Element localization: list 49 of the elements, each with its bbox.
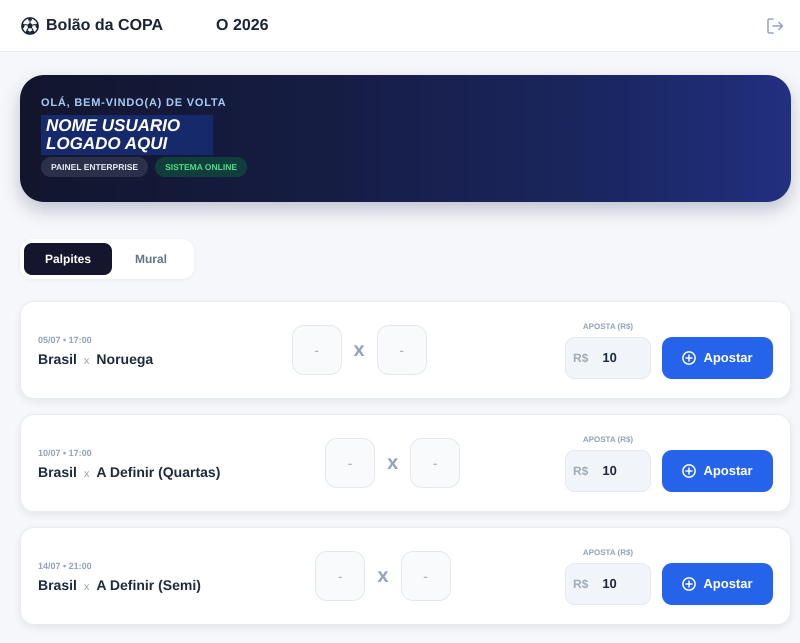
score-separator: x bbox=[387, 452, 398, 474]
app-subtitle: O 2026 bbox=[216, 16, 269, 34]
home-team: Brasil bbox=[38, 577, 77, 593]
away-team: Noruega bbox=[96, 351, 154, 367]
home-score-field[interactable]: - bbox=[315, 551, 366, 601]
currency-label: R$ bbox=[572, 576, 588, 590]
versus-label: x bbox=[84, 355, 90, 367]
plus-circle-icon bbox=[682, 576, 696, 590]
greeting-text: OLÁ, BEM-VINDO(A) DE VOLTA bbox=[41, 97, 226, 109]
user-name: NOME USUARIO LOGADO AQUI bbox=[41, 115, 213, 155]
plus-circle-icon bbox=[682, 350, 696, 364]
score-separator: x bbox=[377, 564, 389, 588]
bet-label: APOSTA (R$) bbox=[582, 322, 634, 330]
bet-amount-field[interactable]: R$ 10 bbox=[565, 336, 651, 378]
match-datetime: 14/07 • 21:00 bbox=[38, 561, 93, 571]
match-datetime: 10/07 • 17:00 bbox=[38, 448, 93, 458]
away-score-field[interactable]: - bbox=[376, 325, 427, 375]
tab[interactable]: Mural bbox=[112, 243, 190, 275]
amount-value[interactable]: 10 bbox=[602, 576, 632, 591]
bet-button[interactable]: Apostar bbox=[662, 450, 773, 492]
bet-button[interactable]: Apostar bbox=[662, 562, 773, 604]
status-badge: SISTEMA ONLINE bbox=[155, 157, 248, 177]
bet-amount-field[interactable]: R$ 10 bbox=[564, 562, 651, 604]
currency-label: R$ bbox=[573, 464, 588, 478]
match-datetime: 05/07 • 17:00 bbox=[38, 335, 93, 345]
away-score-field[interactable]: - bbox=[410, 438, 460, 488]
away-team: A Definir (Quartas) bbox=[96, 464, 220, 480]
bet-label: APOSTA (R$) bbox=[582, 548, 634, 556]
amount-value[interactable]: 10 bbox=[602, 463, 632, 478]
app-title: Bolão da COPA bbox=[46, 16, 164, 34]
versus-label: x bbox=[84, 581, 90, 593]
plus-circle-icon bbox=[682, 464, 696, 478]
away-team: A Definir (Semi) bbox=[96, 577, 201, 593]
plan-badge: PAINEL ENTERPRISE bbox=[41, 157, 148, 177]
versus-label: x bbox=[84, 468, 90, 480]
soccer-ball-icon bbox=[21, 16, 39, 34]
tab[interactable]: Palpites bbox=[24, 243, 112, 275]
amount-value[interactable]: 10 bbox=[602, 350, 632, 365]
away-score-field[interactable]: - bbox=[400, 551, 451, 601]
bet-label: APOSTA (R$) bbox=[582, 434, 634, 444]
home-score-field[interactable]: - bbox=[292, 325, 342, 375]
score-separator: x bbox=[354, 338, 365, 362]
bet-button[interactable]: Apostar bbox=[662, 336, 773, 378]
home-team: Brasil bbox=[38, 464, 77, 480]
home-score-field[interactable]: - bbox=[325, 438, 376, 488]
bet-amount-field[interactable]: R$ 10 bbox=[565, 450, 651, 492]
logout-icon[interactable] bbox=[766, 16, 784, 34]
currency-label: R$ bbox=[573, 350, 588, 364]
home-team: Brasil bbox=[38, 351, 77, 367]
